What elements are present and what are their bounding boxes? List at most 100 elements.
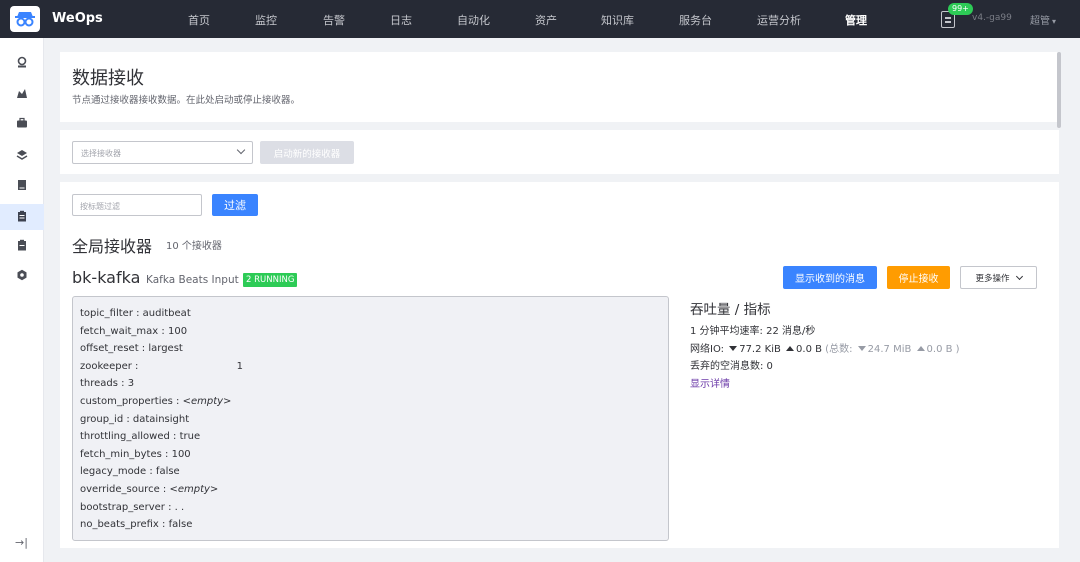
config-key: throttling_allowed bbox=[80, 431, 170, 443]
weops-logo-icon[interactable] bbox=[10, 6, 40, 32]
throughput-metrics: 吞吐量 / 指标 1 分钟平均速率: 22 消息/秒 网络IO: 77.2 Ki… bbox=[690, 298, 960, 394]
arrow-up-icon bbox=[916, 345, 925, 351]
arrow-down-icon bbox=[729, 345, 738, 351]
top-navbar: WeOps 首页 监控 告警 日志 自动化 资产 知识库 服务台 运营分析 管理… bbox=[0, 0, 1080, 38]
page-header: 数据接收 节点通过接收器接收数据。在此处启动或停止接收器。 bbox=[60, 52, 1059, 122]
metrics-title: 吞吐量 / 指标 bbox=[690, 302, 771, 318]
more-actions-button[interactable]: 更多操作 bbox=[960, 266, 1037, 289]
config-value: 3 bbox=[127, 378, 135, 390]
filter-input[interactable]: 按标题过滤 bbox=[72, 194, 202, 216]
nav-service-desk[interactable]: 服务台 bbox=[679, 12, 712, 28]
config-row: zookeeper : 1 bbox=[80, 360, 243, 372]
config-key: zookeeper bbox=[80, 360, 132, 372]
receiver-type: Kafka Beats Input bbox=[146, 274, 239, 286]
config-key: custom_properties bbox=[80, 395, 173, 407]
select-placeholder: 选择接收器 bbox=[81, 149, 121, 158]
receiver-count: 10 个接收器 bbox=[166, 241, 222, 252]
config-key: no_beats_prefix bbox=[80, 519, 159, 531]
config-row: legacy_mode : false bbox=[80, 466, 180, 478]
arrow-down-icon bbox=[857, 345, 866, 351]
config-key: threads bbox=[80, 378, 118, 390]
config-value: false bbox=[168, 519, 193, 531]
clipboard-check-icon[interactable] bbox=[15, 238, 29, 252]
config-row: fetch_wait_max : 100 bbox=[80, 325, 188, 337]
network-out: 0.0 B bbox=[796, 343, 822, 355]
config-value: auditbeat bbox=[142, 308, 191, 319]
metric-dropped: 丢弃的空消息数: 0 bbox=[690, 361, 773, 372]
caret-down-icon: ▾ bbox=[1052, 17, 1057, 26]
show-messages-button[interactable]: 显示收到的消息 bbox=[783, 266, 877, 289]
version-label: v4.-ga99 bbox=[972, 13, 1012, 23]
layers-icon[interactable] bbox=[15, 148, 29, 162]
config-value: 100 bbox=[171, 448, 191, 460]
launch-receiver-panel: 选择接收器 启动新的接收器 bbox=[60, 130, 1059, 174]
nav-alert[interactable]: 告警 bbox=[323, 12, 345, 28]
config-row: override_source : <empty> bbox=[80, 483, 219, 495]
receiver-name[interactable]: bk-kafka bbox=[72, 268, 140, 287]
launch-receiver-button[interactable]: 启动新的接收器 bbox=[260, 141, 354, 164]
config-value: <empty> bbox=[182, 395, 232, 407]
config-value: 1 bbox=[236, 360, 243, 372]
config-value: 100 bbox=[167, 325, 188, 337]
network-total: (总数: 24.7 MiB 0.0 B ) bbox=[825, 344, 959, 355]
briefcase-icon[interactable] bbox=[15, 116, 29, 130]
config-value: true bbox=[179, 431, 201, 443]
metric-network-io: 网络IO: 77.2 KiB 0.0 B (总数: 24.7 MiB 0.0 B… bbox=[690, 341, 960, 359]
receiver-type-select[interactable]: 选择接收器 bbox=[72, 141, 253, 164]
total-out: 0.0 B ) bbox=[926, 343, 960, 355]
metric-rate: 1 分钟平均速率: 22 消息/秒 bbox=[690, 326, 816, 337]
chevron-down-icon bbox=[236, 145, 246, 155]
stop-receiver-button[interactable]: 停止接收 bbox=[887, 266, 950, 289]
arrow-up-icon bbox=[786, 345, 795, 351]
config-value: <empty> bbox=[169, 483, 219, 495]
network-in: 77.2 KiB bbox=[739, 343, 781, 355]
config-key: legacy_mode bbox=[80, 466, 147, 478]
clipboard-icon[interactable] bbox=[15, 209, 29, 223]
config-value: largest bbox=[148, 343, 183, 355]
total-in: 24.7 MiB bbox=[867, 343, 912, 355]
config-key: offset_reset bbox=[80, 343, 139, 355]
config-value: false bbox=[155, 466, 180, 478]
nav-home[interactable]: 首页 bbox=[188, 12, 210, 28]
config-value: datainsight bbox=[132, 413, 190, 425]
hexagon-icon[interactable] bbox=[15, 268, 29, 282]
user-menu[interactable]: 超管 ▾ bbox=[1030, 12, 1056, 27]
notification-badge: 99+ bbox=[948, 3, 973, 15]
filter-button[interactable]: 过滤 bbox=[212, 194, 258, 216]
sidebar-collapse-icon[interactable]: →| bbox=[15, 536, 28, 549]
nav-admin[interactable]: 管理 bbox=[845, 12, 867, 28]
monitor-icon[interactable] bbox=[15, 86, 29, 100]
network-label: 网络IO: bbox=[690, 343, 725, 355]
config-key: fetch_min_bytes bbox=[80, 448, 162, 460]
config-row: fetch_min_bytes : 100 bbox=[80, 448, 191, 460]
status-badge[interactable]: 2 RUNNING bbox=[243, 273, 298, 287]
left-sidebar: →| bbox=[0, 38, 44, 562]
filter-placeholder: 按标题过滤 bbox=[80, 202, 120, 211]
book-icon[interactable] bbox=[15, 178, 29, 192]
nav-log[interactable]: 日志 bbox=[390, 12, 412, 28]
config-key: topic_filter bbox=[80, 308, 133, 319]
nav-automation[interactable]: 自动化 bbox=[457, 12, 490, 28]
show-details-link[interactable]: 显示详情 bbox=[690, 376, 960, 394]
config-key: fetch_wait_max bbox=[80, 325, 159, 337]
user-name: 超管 bbox=[1030, 16, 1050, 27]
config-row: no_beats_prefix : false bbox=[80, 519, 193, 531]
config-row: threads : 3 bbox=[80, 378, 135, 390]
scrollbar-thumb[interactable] bbox=[1057, 52, 1061, 128]
brand-name: WeOps bbox=[52, 11, 103, 26]
total-open: (总数: bbox=[825, 343, 853, 355]
more-actions-label: 更多操作 bbox=[975, 273, 1010, 284]
config-value: . . bbox=[174, 501, 185, 513]
nav-assets[interactable]: 资产 bbox=[535, 12, 557, 28]
receiver-config: topic_filter : auditbeat fetch_wait_max … bbox=[72, 296, 669, 541]
nav-analytics[interactable]: 运营分析 bbox=[757, 12, 801, 28]
page-title: 数据接收 bbox=[72, 68, 144, 89]
chevron-down-icon bbox=[1015, 272, 1023, 280]
config-row: bootstrap_server : . . bbox=[80, 501, 185, 513]
dashboard-icon[interactable] bbox=[15, 55, 29, 69]
nav-knowledge[interactable]: 知识库 bbox=[601, 12, 634, 28]
receivers-panel: 按标题过滤 过滤 全局接收器 10 个接收器 bk-kafka Kafka Be… bbox=[60, 182, 1059, 548]
config-row: throttling_allowed : true bbox=[80, 431, 201, 443]
config-row: topic_filter : auditbeat bbox=[80, 308, 191, 319]
nav-monitor[interactable]: 监控 bbox=[255, 12, 277, 28]
